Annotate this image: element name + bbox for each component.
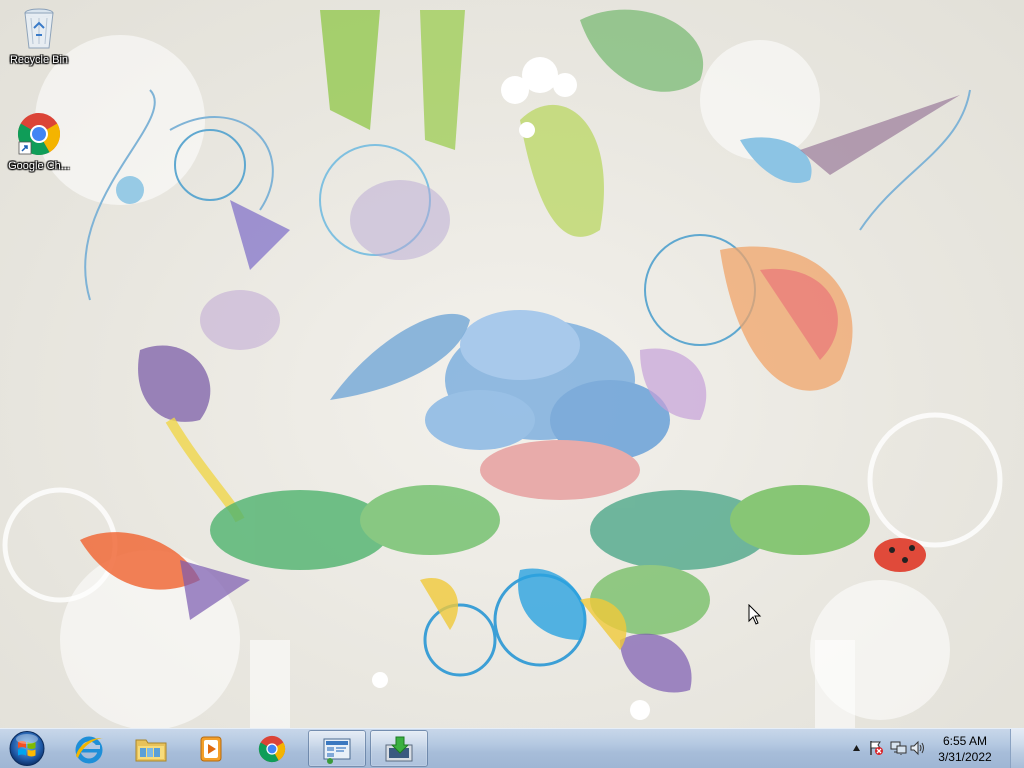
desktop-icon-recycle-bin[interactable]: Recycle Bin xyxy=(3,4,75,67)
clock-date: 3/31/2022 xyxy=(938,750,992,764)
file-explorer-icon xyxy=(135,739,167,762)
taskbar-internet-explorer[interactable] xyxy=(62,730,116,767)
show-desktop-button[interactable] xyxy=(1010,729,1024,768)
taskbar-control-panel[interactable] xyxy=(308,730,366,767)
installer-icon xyxy=(385,736,413,762)
desktop-icon-google-chrome[interactable]: Google Ch... xyxy=(3,110,75,173)
mouse-cursor-icon xyxy=(748,604,762,625)
media-player-icon xyxy=(200,736,222,762)
recycle-bin-icon xyxy=(24,8,54,49)
desktop-icon-label: Google Ch... xyxy=(8,160,70,172)
windows-logo-icon xyxy=(9,731,45,766)
desktop[interactable]: Recycle Bin Google Ch... xyxy=(0,0,1024,728)
taskbar-installer[interactable] xyxy=(370,730,428,767)
clock-time: 6:55 AM xyxy=(942,734,988,748)
start-button[interactable] xyxy=(4,729,50,768)
taskbar-file-explorer[interactable] xyxy=(123,730,177,767)
wallpaper xyxy=(2,9,1003,728)
taskbar-chrome[interactable] xyxy=(245,730,299,767)
clock[interactable]: 6:55 AM 3/31/2022 xyxy=(926,733,1004,765)
action-center-flag-icon[interactable] xyxy=(868,740,884,756)
taskbar: 6:55 AM 3/31/2022 xyxy=(0,728,1024,768)
chrome-icon xyxy=(17,112,61,156)
taskbar-media-player[interactable] xyxy=(184,730,238,767)
system-tray: 6:55 AM 3/31/2022 xyxy=(834,729,1024,768)
network-icon[interactable] xyxy=(890,740,907,756)
desktop-icon-label: Recycle Bin xyxy=(9,54,69,66)
volume-icon[interactable] xyxy=(910,740,926,756)
show-hidden-icons-arrow-icon[interactable] xyxy=(852,744,861,752)
chrome-icon xyxy=(258,735,286,763)
internet-explorer-icon xyxy=(75,736,103,764)
control-panel-icon xyxy=(323,738,351,764)
